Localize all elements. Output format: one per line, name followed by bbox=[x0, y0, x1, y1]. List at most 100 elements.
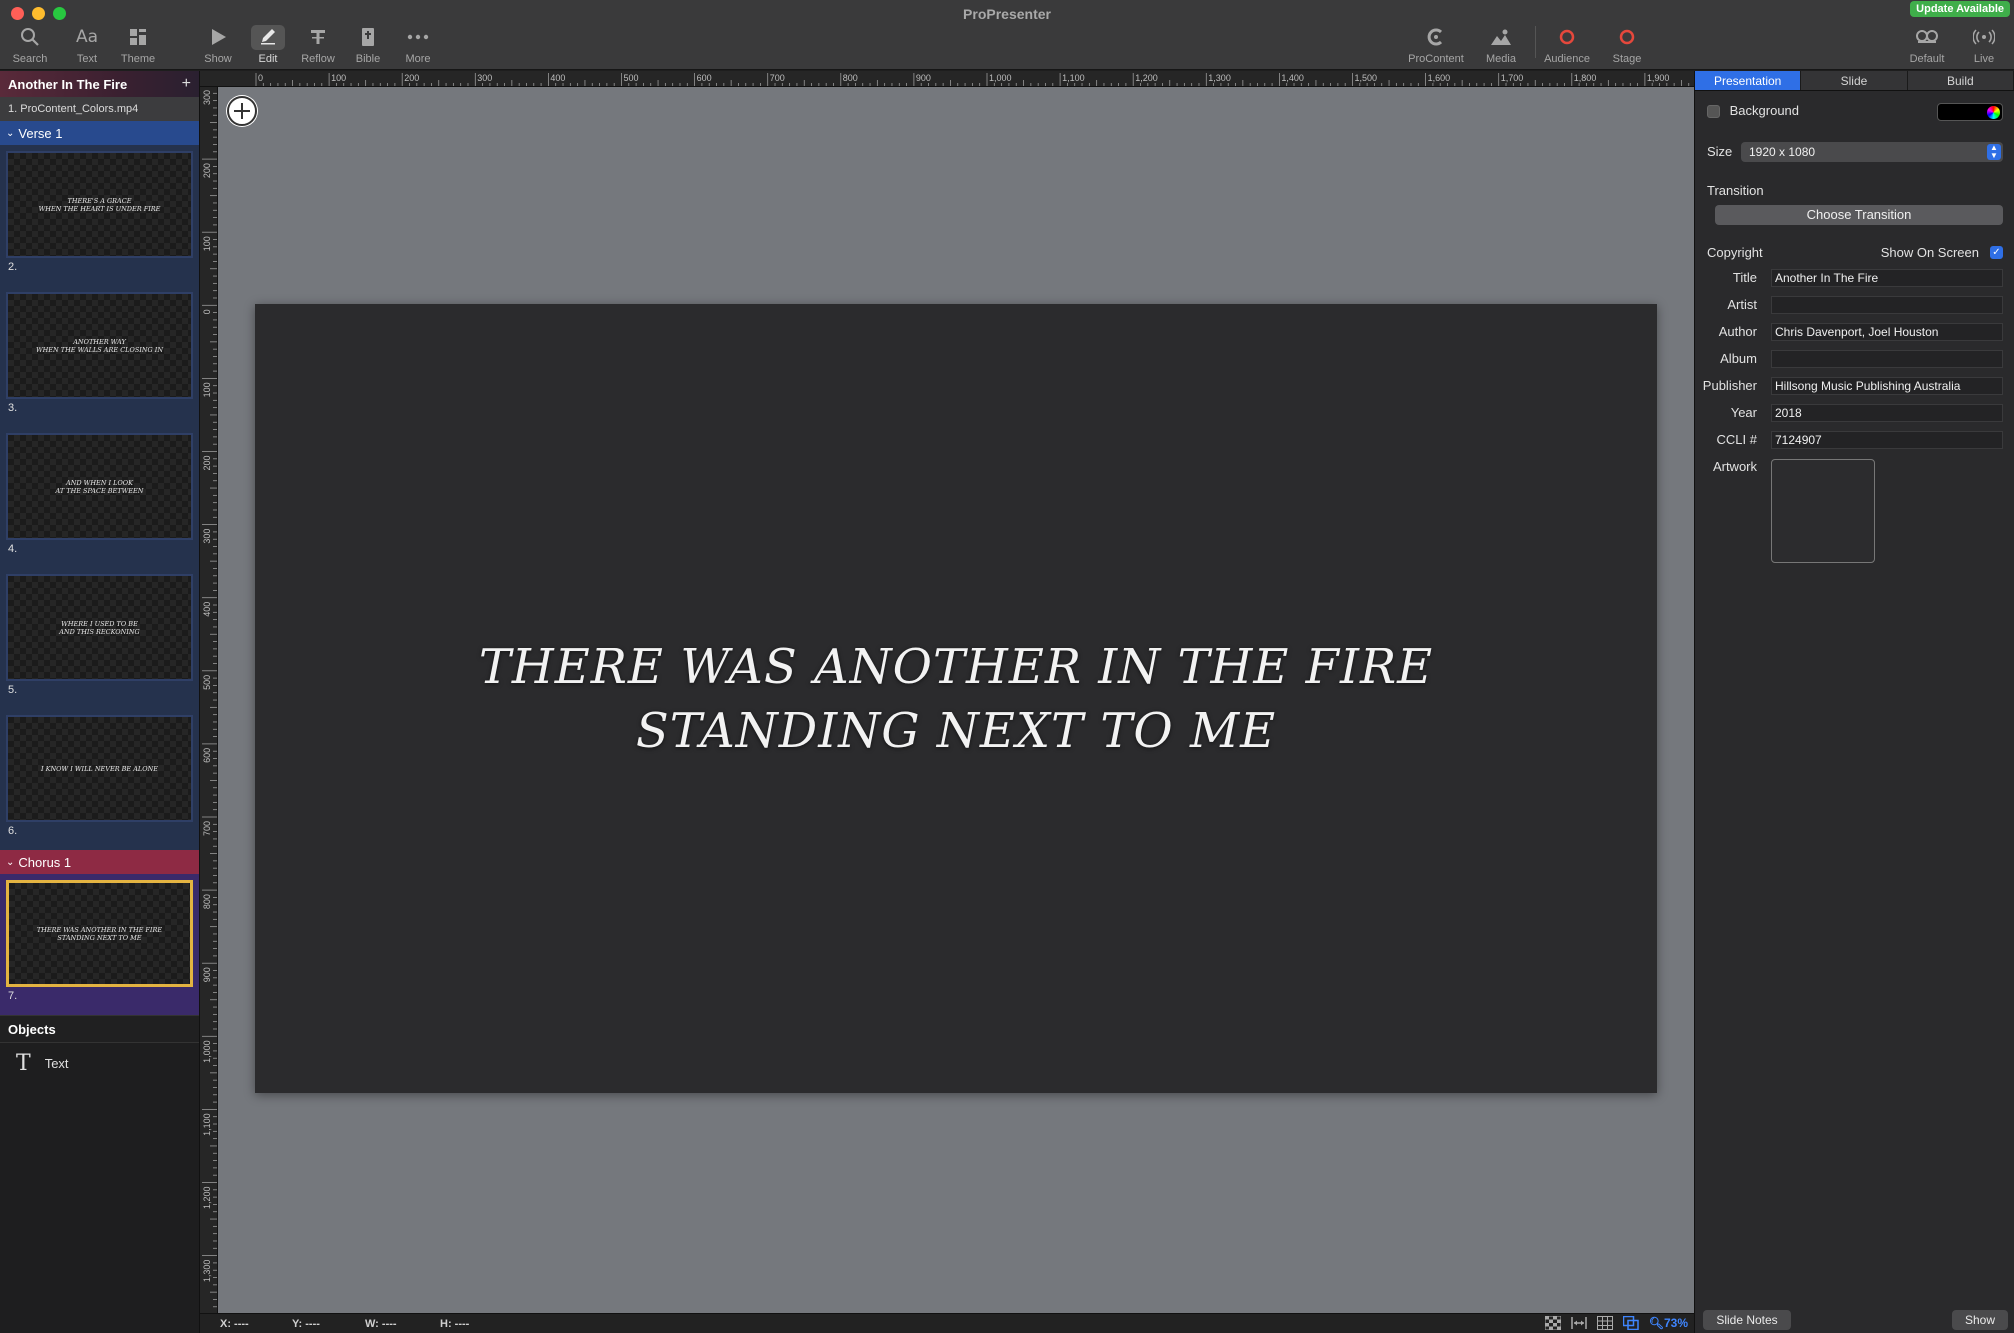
slide-number: 3. bbox=[8, 402, 18, 414]
horizontal-ruler-ticks: 0 100 200 300 400 500 600 700 800 900 1,000 1,100 1,… bbox=[255, 73, 1690, 86]
choose-transition-button[interactable]: Choose Transition bbox=[1715, 205, 2003, 225]
slide-text-box[interactable]: THERE WAS ANOTHER IN THE FIRE STANDING N… bbox=[479, 635, 1433, 763]
background-label: Background bbox=[1729, 103, 1800, 118]
text-aa-icon: Aa bbox=[75, 27, 99, 47]
slide-thumbnail[interactable]: AND WHEN I LOOK AT THE SPACE BETWEEN bbox=[6, 433, 193, 540]
zoom-level[interactable]: 🔍︎73% bbox=[1649, 1316, 1688, 1330]
slide-thumbnail-cell[interactable]: I KNOW I WILL NEVER BE ALONE 6. bbox=[0, 709, 199, 850]
toolbar-default-button[interactable]: Default bbox=[1897, 24, 1957, 65]
chevron-down-icon[interactable]: ⌄ bbox=[6, 857, 14, 868]
slide-number: 6. bbox=[8, 825, 18, 837]
slide-thumbnail[interactable]: ANOTHER WAY WHEN THE WALLS ARE CLOSING I… bbox=[6, 292, 193, 399]
year-field[interactable]: 2018 bbox=[1771, 404, 2003, 422]
toolbar-live-button[interactable]: Live bbox=[1954, 24, 2014, 65]
artwork-drop-well[interactable] bbox=[1771, 459, 1875, 563]
field-row-title: Title Another In The Fire bbox=[1695, 269, 2014, 289]
field-label: Artist bbox=[1727, 297, 1757, 312]
toolbar-audience-button[interactable]: Audience bbox=[1537, 24, 1597, 65]
audience-icon bbox=[1559, 29, 1575, 45]
toolbar-media-label: Media bbox=[1486, 53, 1516, 65]
ruler-label: 1,100 bbox=[1062, 73, 1085, 83]
field-row-artist: Artist bbox=[1695, 296, 2014, 316]
plus-circle-icon bbox=[227, 96, 257, 126]
ruler-label: 800 bbox=[843, 73, 858, 83]
ruler-label: 1,900 bbox=[1647, 73, 1670, 83]
slide-thumbnail[interactable]: I KNOW I WILL NEVER BE ALONE bbox=[6, 715, 193, 822]
artist-field[interactable] bbox=[1771, 296, 2003, 314]
ruler-label: 500 bbox=[202, 675, 212, 690]
slide-thumbnail-cell[interactable]: AND WHEN I LOOK AT THE SPACE BETWEEN 4. bbox=[0, 427, 199, 568]
snap-guides-icon[interactable] bbox=[1622, 1316, 1639, 1330]
ruler-label: 600 bbox=[697, 73, 712, 83]
ruler-label: 100 bbox=[331, 73, 346, 83]
background-checkbox[interactable] bbox=[1707, 105, 1720, 119]
field-row-ccli: CCLI # 7124907 bbox=[1695, 431, 2014, 451]
tab-slide[interactable]: Slide bbox=[1801, 71, 1908, 90]
ruler-label: 1,000 bbox=[989, 73, 1012, 83]
ruler-label: 300 bbox=[477, 73, 492, 83]
add-plus-icon[interactable]: + bbox=[182, 75, 191, 93]
title-field[interactable]: Another In The Fire bbox=[1771, 269, 2003, 287]
ruler-label: 1,000 bbox=[202, 1040, 212, 1063]
ruler-label: 1,300 bbox=[202, 1260, 212, 1283]
object-row-text[interactable]: T Text bbox=[0, 1043, 199, 1083]
chevron-down-icon[interactable]: ⌄ bbox=[6, 128, 14, 139]
tab-presentation[interactable]: Presentation bbox=[1695, 71, 1802, 90]
toolbar-procontent-button[interactable]: ProContent bbox=[1406, 24, 1466, 65]
slide-thumbnail[interactable]: WHERE I USED TO BE AND THIS RECKONING bbox=[6, 574, 193, 681]
background-color-well[interactable] bbox=[1937, 103, 2003, 121]
field-row-year: Year 2018 bbox=[1695, 404, 2014, 424]
author-field[interactable]: Chris Davenport, Joel Houston bbox=[1771, 323, 2003, 341]
media-cue-row[interactable]: 1. ProContent_Colors.mp4 bbox=[0, 97, 199, 121]
update-available-badge[interactable]: Update Available bbox=[1910, 1, 2010, 17]
publisher-field[interactable]: Hillsong Music Publishing Australia bbox=[1771, 377, 2003, 395]
toolbar-media-button[interactable]: Media bbox=[1471, 24, 1531, 65]
slide-notes-button[interactable]: Slide Notes bbox=[1703, 1310, 1791, 1330]
ruler-label: 500 bbox=[624, 73, 639, 83]
slide-thumbnail-cell[interactable]: WHERE I USED TO BE AND THIS RECKONING 5. bbox=[0, 568, 199, 709]
ruler-label: 700 bbox=[770, 73, 785, 83]
slide-thumbnail-selected[interactable]: THERE WAS ANOTHER IN THE FIRE STANDING N… bbox=[6, 880, 193, 987]
vertical-ruler-ticks: 300 200 100 0 100 200 300 400 500 600 700 800 900 1,0… bbox=[202, 90, 217, 1308]
color-wheel-icon bbox=[1987, 106, 2000, 119]
toolbar-more-label: More bbox=[405, 53, 431, 65]
group-header-chorus-1[interactable]: ⌄ Chorus 1 bbox=[0, 850, 199, 874]
ruler-label: 400 bbox=[550, 73, 565, 83]
slide-canvas[interactable]: THERE WAS ANOTHER IN THE FIRE STANDING N… bbox=[255, 304, 1657, 1093]
toolbar-search-button[interactable]: Search bbox=[0, 24, 60, 65]
window-title: ProPresenter bbox=[963, 6, 1051, 22]
ruler-label: 1,700 bbox=[1501, 73, 1524, 83]
size-label: Size bbox=[1707, 144, 1733, 159]
group-header-verse-1[interactable]: ⌄ Verse 1 bbox=[0, 121, 199, 145]
checkerboard-icon[interactable] bbox=[1544, 1316, 1561, 1330]
album-field[interactable] bbox=[1771, 350, 2003, 368]
show-button[interactable]: Show bbox=[1952, 1310, 2008, 1330]
ruler-label: 700 bbox=[202, 821, 212, 836]
slide-thumbnail[interactable]: THERE'S A GRACE WHEN THE HEART IS UNDER … bbox=[6, 151, 193, 258]
theme-icon bbox=[130, 29, 146, 45]
editor-canvas[interactable]: THERE WAS ANOTHER IN THE FIRE STANDING N… bbox=[218, 87, 1694, 1313]
transition-row: Choose Transition bbox=[1695, 205, 2014, 227]
slide-thumbnail-cell[interactable]: THERE'S A GRACE WHEN THE HEART IS UNDER … bbox=[0, 145, 199, 286]
fit-width-icon[interactable] bbox=[1570, 1316, 1587, 1330]
slide-number: 4. bbox=[8, 543, 18, 555]
ruler-label: 1,500 bbox=[1355, 73, 1378, 83]
show-on-screen-checkbox[interactable]: ✓ bbox=[1990, 246, 2003, 259]
toolbar-stage-button[interactable]: Stage bbox=[1597, 24, 1657, 65]
presentation-header[interactable]: Another In The Fire + bbox=[0, 71, 199, 97]
tab-build[interactable]: Build bbox=[1907, 71, 2014, 90]
inspector-panel: Presentation Slide Build Background Size… bbox=[1694, 71, 2014, 1333]
toolbar-theme-button[interactable]: Theme bbox=[108, 24, 168, 65]
slide-thumbnail-cell[interactable]: ANOTHER WAY WHEN THE WALLS ARE CLOSING I… bbox=[0, 286, 199, 427]
toolbar: ProPresenter Update Available Search Aa … bbox=[0, 0, 2014, 70]
slide-thumbnail-cell-selected[interactable]: THERE WAS ANOTHER IN THE FIRE STANDING N… bbox=[0, 874, 199, 1015]
field-label: Year bbox=[1730, 405, 1757, 420]
toolbar-audience-label: Audience bbox=[1544, 53, 1590, 65]
toolbar-more-button[interactable]: More bbox=[388, 24, 448, 65]
copyright-label: Copyright bbox=[1707, 245, 1763, 260]
grid-icon[interactable] bbox=[1596, 1316, 1613, 1330]
ccli-field[interactable]: 7124907 bbox=[1771, 431, 2003, 449]
size-select[interactable]: 1920 x 1080 ▲ ▼ bbox=[1741, 142, 2003, 162]
broadcast-icon bbox=[1973, 29, 1995, 45]
add-object-button[interactable] bbox=[226, 95, 258, 127]
